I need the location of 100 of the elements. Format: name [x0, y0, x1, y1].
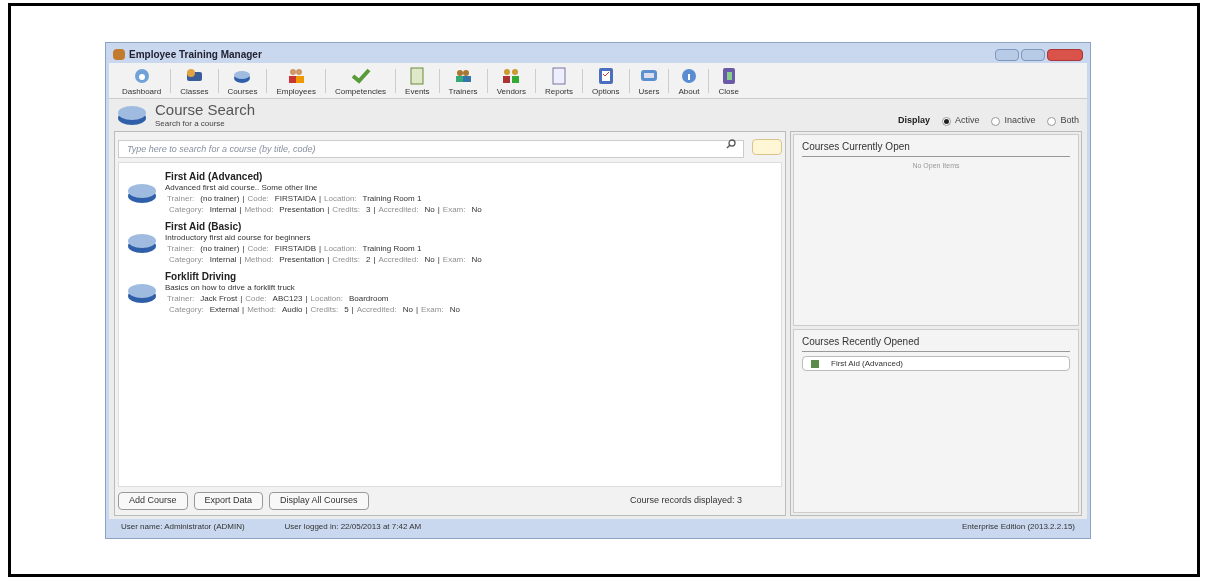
field-value: No — [471, 254, 482, 265]
toolbar-button[interactable]: Dashboard — [113, 63, 171, 98]
field-value: Internal — [209, 254, 237, 265]
action-button[interactable]: Export Data — [193, 492, 264, 510]
panel-title: Courses Recently Opened — [802, 334, 1070, 352]
field-label: Accredited: — [378, 254, 419, 265]
separator: | — [437, 254, 440, 265]
toolbar-button[interactable]: Events — [396, 63, 439, 98]
field-label: Credits: — [332, 204, 360, 215]
field-value: No — [402, 304, 413, 315]
recent-course-item[interactable]: First Aid (Advanced) — [802, 356, 1070, 371]
course-title[interactable]: Forklift Driving — [165, 271, 460, 282]
field-label: Credits: — [310, 304, 339, 315]
action-button[interactable]: Display All Courses — [269, 492, 369, 510]
field-label: Location: — [324, 243, 357, 254]
page-subtitle: Search for a course — [155, 119, 226, 130]
field-value: (no trainer) — [200, 193, 240, 204]
field-label: Method: — [244, 204, 274, 215]
disc-icon — [127, 182, 157, 204]
field-value: Jack Frost — [200, 293, 238, 304]
field-label: Code: — [247, 243, 269, 254]
field-value: No — [449, 304, 460, 315]
course-description: Advanced first aid course.. Some other line — [165, 182, 319, 193]
minimize-button[interactable] — [995, 48, 1019, 61]
maximize-button[interactable] — [1021, 48, 1045, 61]
filter-button[interactable] — [752, 139, 782, 155]
separator: | — [239, 204, 242, 215]
toolbar-button[interactable]: Classes — [171, 63, 218, 98]
page-title: Course Search — [155, 100, 256, 120]
field-value: FIRSTAIDB — [274, 243, 316, 254]
separator: | — [242, 243, 245, 254]
field-value: 2 — [365, 254, 371, 265]
field-value: ABC123 — [272, 293, 303, 304]
separator: | — [242, 304, 245, 315]
field-label: Location: — [310, 293, 343, 304]
field-label: Trainer: — [167, 243, 195, 254]
separator: | — [240, 293, 243, 304]
toolbar-button[interactable]: Options — [583, 63, 629, 98]
separator: | — [351, 304, 354, 315]
field-label: Credits: — [332, 254, 360, 265]
field-label: Location: — [324, 193, 357, 204]
field-value: Training Room 1 — [362, 193, 422, 204]
status-user: User name: Administrator (ADMIN) — [121, 521, 245, 533]
search-field[interactable]: Type here to search for a course (by title, code) — [118, 140, 744, 158]
toolbar-button[interactable]: Trainers — [439, 63, 487, 98]
field-label: Exam: — [442, 204, 466, 215]
field-value: Boardroom — [348, 293, 389, 304]
record-count: Course records displayed: 3 — [629, 494, 742, 508]
field-label: Method: — [247, 304, 277, 315]
toolbar-button[interactable]: Users — [629, 63, 669, 98]
field-value: Presentation — [279, 204, 325, 215]
toolbar-button[interactable]: About — [669, 63, 709, 98]
field-label: Accredited: — [356, 304, 397, 315]
field-label: Trainer: — [167, 193, 195, 204]
app-icon — [113, 49, 125, 60]
course-description: Introductory first aid course for beginners — [165, 232, 312, 243]
field-label: Code: — [245, 293, 267, 304]
radio-option[interactable]: Inactive — [991, 114, 1036, 128]
radio-option[interactable]: Both — [1047, 114, 1079, 128]
field-value: No — [424, 204, 435, 215]
field-label: Method: — [244, 254, 274, 265]
field-value: Presentation — [279, 254, 325, 265]
separator: | — [305, 293, 308, 304]
field-value: No — [471, 204, 482, 215]
toolbar-button[interactable]: Reports — [536, 63, 582, 98]
field-label: Code: — [247, 193, 269, 204]
separator: | — [327, 254, 330, 265]
field-label: Category: — [169, 304, 204, 315]
status-login: User logged in: 22/05/2013 at 7:42 AM — [284, 521, 422, 533]
separator: | — [373, 204, 376, 215]
toolbar-button[interactable]: Close — [709, 63, 748, 98]
panel-title: Courses Currently Open — [802, 139, 1070, 157]
toolbar-button[interactable]: Vendors — [487, 63, 535, 98]
course-title[interactable]: First Aid (Basic) — [165, 221, 482, 232]
field-value: Audio — [282, 304, 303, 315]
action-button[interactable]: Add Course — [118, 492, 188, 510]
field-label: Accredited: — [378, 204, 419, 215]
disc-icon — [127, 282, 157, 304]
course-title[interactable]: First Aid (Advanced) — [165, 171, 482, 182]
search-icon — [726, 139, 736, 149]
disc-icon — [117, 104, 147, 126]
field-label: Category: — [169, 254, 204, 265]
field-label: Trainer: — [167, 293, 195, 304]
separator: | — [327, 204, 330, 215]
field-value: (no trainer) — [200, 243, 240, 254]
separator: | — [373, 254, 376, 265]
field-value: Training Room 1 — [362, 243, 422, 254]
separator: | — [239, 254, 242, 265]
close-button[interactable] — [1047, 48, 1083, 61]
toolbar-button[interactable]: Employees — [267, 63, 325, 98]
field-label: Exam: — [442, 254, 466, 265]
status-edition: Enterprise Edition (2013.2.2.15) — [962, 521, 1075, 533]
toolbar-button[interactable]: Competencies — [325, 63, 396, 98]
separator: | — [319, 243, 322, 254]
field-value: Internal — [209, 204, 237, 215]
radio-option[interactable]: Active — [941, 114, 980, 128]
field-value: FIRSTAIDA — [274, 193, 316, 204]
toolbar-button[interactable]: Courses — [218, 63, 267, 98]
field-value: 3 — [365, 204, 371, 215]
separator: | — [415, 304, 418, 315]
